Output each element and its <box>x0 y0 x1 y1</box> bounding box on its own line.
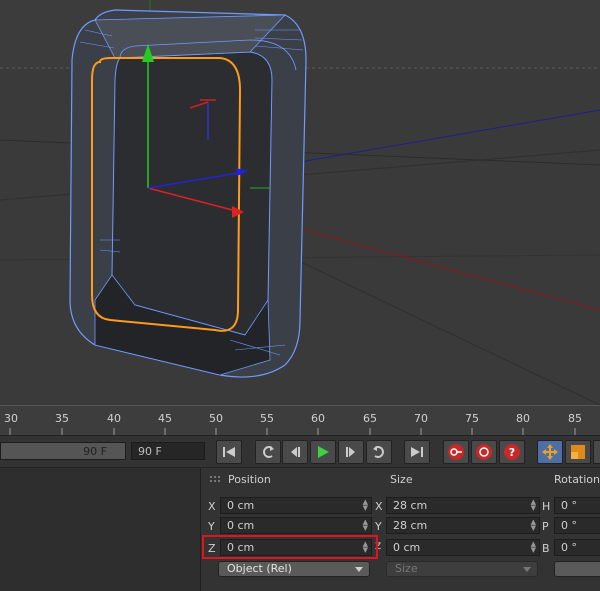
skip-end-icon <box>411 447 423 457</box>
stepper-icon[interactable]: ▲ ▼ <box>531 499 536 512</box>
timeline-tick-label: 60 <box>311 412 325 425</box>
coordinate-manager: Position Size Rotation X 0 cm ▲ ▼ X 28 cm ▲… <box>0 467 600 591</box>
pos-axis-label: X <box>208 500 216 513</box>
rotate-tool-button[interactable] <box>593 440 600 464</box>
size-axis-label: Y <box>375 520 382 533</box>
timeline-tick-label: 55 <box>260 412 274 425</box>
position-y-value: 0 cm <box>227 519 255 532</box>
next-frame-button[interactable] <box>338 440 364 464</box>
timeline-ruler[interactable]: 30 35 40 45 50 55 60 65 70 75 80 85 <box>0 405 600 436</box>
apply-button[interactable] <box>554 561 600 577</box>
transport-bar: 90 F 90 F ? <box>0 435 600 468</box>
rotation-h-value: 0 ° <box>561 499 577 512</box>
timeline-tick-label: 30 <box>4 412 18 425</box>
coordinate-mode-value: Object (Rel) <box>227 562 292 575</box>
stepper-icon[interactable]: ▲ ▼ <box>363 499 368 512</box>
timeline-tick-label: 70 <box>414 412 428 425</box>
3d-viewport[interactable] <box>0 0 600 405</box>
record-icon <box>448 444 464 460</box>
size-y-value: 28 cm <box>393 519 428 532</box>
timeline-tick-label: 80 <box>516 412 530 425</box>
next-key-button[interactable] <box>366 440 392 464</box>
coordinate-left-pane <box>0 468 201 591</box>
size-y-field[interactable]: 28 cm ▲ ▼ <box>386 517 540 534</box>
skip-start-icon <box>223 447 235 457</box>
panel-grip-icon <box>210 476 220 482</box>
size-axis-label: X <box>375 500 383 513</box>
position-header: Position <box>228 473 271 486</box>
rotation-p-value: 0 ° <box>561 519 577 532</box>
move-tool-button[interactable] <box>537 440 563 464</box>
timeline-ticks <box>9 428 576 436</box>
skip-end-button[interactable] <box>404 440 430 464</box>
size-mode-value: Size <box>395 562 418 575</box>
position-x-value: 0 cm <box>227 499 255 512</box>
next-key-icon <box>373 446 384 458</box>
frame-object <box>69 9 307 378</box>
stepper-icon[interactable]: ▲ ▼ <box>531 541 536 554</box>
play-icon <box>318 446 329 458</box>
size-x-field[interactable]: 28 cm ▲ ▼ <box>386 497 540 514</box>
timeline-tick-label: 75 <box>465 412 479 425</box>
stepper-icon[interactable]: ▲ ▼ <box>363 519 368 532</box>
timeline-tick-label: 50 <box>209 412 223 425</box>
skip-start-button[interactable] <box>216 440 242 464</box>
autokey-button[interactable] <box>471 440 497 464</box>
end-frame-field-value: 90 F <box>138 445 162 458</box>
position-x-field[interactable]: 0 cm ▲ ▼ <box>220 497 372 514</box>
end-frame-slider[interactable]: 90 F <box>0 442 126 460</box>
timeline-tick-label: 35 <box>55 412 69 425</box>
rot-axis-label: B <box>542 542 550 555</box>
rotation-header: Rotation <box>554 473 600 486</box>
pos-axis-label: Y <box>208 520 215 533</box>
rotation-b-field[interactable]: 0 ° <box>554 539 600 556</box>
autokey-icon <box>476 444 492 460</box>
rot-axis-label: P <box>542 520 549 533</box>
timeline-tick-label: 65 <box>363 412 377 425</box>
size-x-value: 28 cm <box>393 499 428 512</box>
help-button[interactable]: ? <box>499 440 525 464</box>
rot-axis-label: H <box>542 500 551 513</box>
viewport-scene <box>0 0 600 405</box>
scale-tool-icon <box>571 445 585 459</box>
size-mode-dropdown[interactable]: Size <box>386 561 538 577</box>
rotation-p-field[interactable]: 0 ° <box>554 517 600 534</box>
end-frame-slider-value: 90 F <box>83 445 107 458</box>
prev-key-button[interactable] <box>255 440 281 464</box>
help-icon: ? <box>504 444 520 460</box>
timeline-tick-label: 40 <box>107 412 121 425</box>
size-z-value: 0 cm <box>393 541 421 554</box>
stepper-icon[interactable]: ▲ ▼ <box>531 519 536 532</box>
timeline-tick-label: 45 <box>158 412 172 425</box>
prev-key-icon <box>263 446 274 458</box>
prev-frame-icon <box>291 447 300 457</box>
chevron-down-icon <box>355 567 363 572</box>
record-button[interactable] <box>443 440 469 464</box>
position-y-field[interactable]: 0 cm ▲ ▼ <box>220 517 372 534</box>
scale-tool-button[interactable] <box>565 440 591 464</box>
size-z-field[interactable]: 0 cm ▲ ▼ <box>386 539 540 556</box>
chevron-down-icon <box>523 567 531 572</box>
coordinate-mode-dropdown[interactable]: Object (Rel) <box>218 561 370 577</box>
prev-frame-button[interactable] <box>282 440 308 464</box>
end-frame-field[interactable]: 90 F <box>131 442 205 460</box>
rotation-h-field[interactable]: 0 ° <box>554 497 600 514</box>
next-frame-icon <box>346 447 355 457</box>
size-header: Size <box>390 473 413 486</box>
rotation-b-value: 0 ° <box>561 541 577 554</box>
play-button[interactable] <box>310 440 336 464</box>
highlight-box <box>202 535 378 559</box>
timeline-tick-label: 85 <box>568 412 582 425</box>
svg-text:?: ? <box>509 446 515 459</box>
move-tool-icon <box>542 444 558 460</box>
